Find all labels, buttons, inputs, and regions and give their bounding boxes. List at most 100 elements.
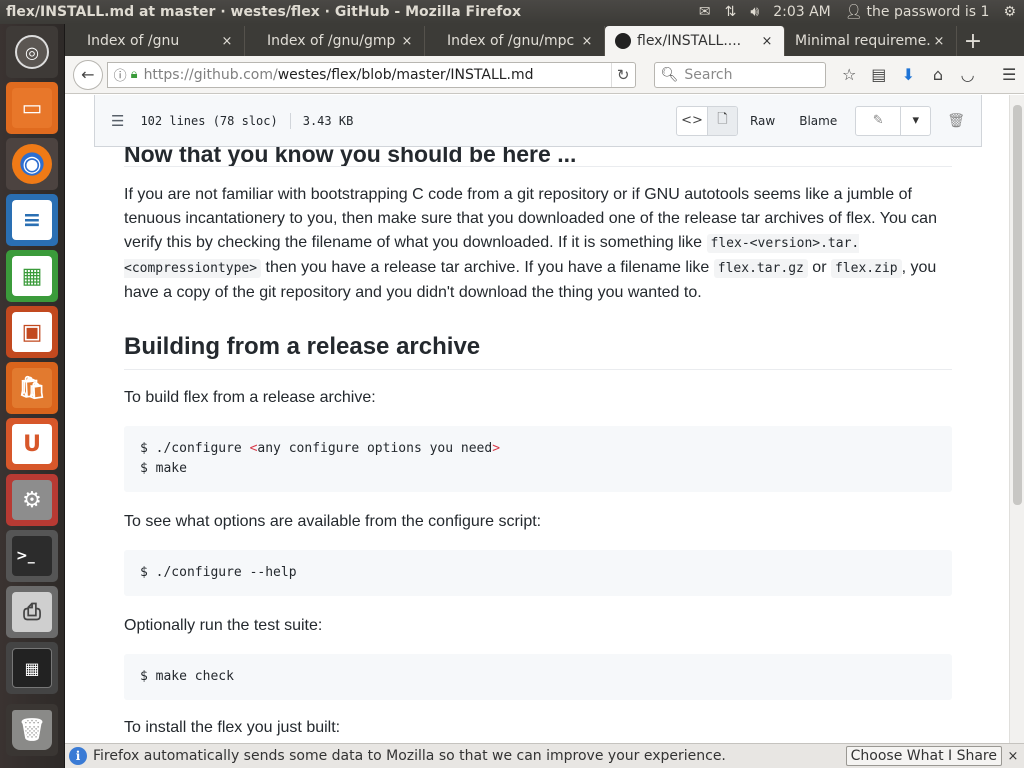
tab-label: Index of /gnu xyxy=(87,33,180,49)
search-input[interactable]: 🔍︎ Search xyxy=(653,61,827,88)
tab-index-gnu-mpc[interactable]: Index of /gnu/mpc × xyxy=(425,26,605,56)
tab-label: Index of /gnu/mpc xyxy=(447,33,575,49)
chevron-down-icon[interactable]: ▾ xyxy=(900,106,930,135)
clock[interactable]: 2:03 AM xyxy=(773,4,831,20)
close-tab-icon[interactable]: × xyxy=(760,34,774,49)
trash-can-icon[interactable]: 🗑︎ xyxy=(947,113,965,129)
ubuntu-one-icon[interactable]: U xyxy=(6,418,58,470)
tab-minimal-requirements[interactable]: Minimal requireme... × xyxy=(785,26,957,56)
code-text: $ make xyxy=(140,461,187,476)
user-name: the password is 1 xyxy=(866,4,990,20)
tab-flex-install[interactable]: flex/INSTALL.... × xyxy=(605,26,785,56)
line-count: 102 lines (78 sloc) xyxy=(140,113,278,128)
printer-icon[interactable]: ⎙ xyxy=(6,586,58,638)
edit-group: ✎ ▾ xyxy=(855,105,932,136)
new-tab-button[interactable]: + xyxy=(957,26,989,56)
code-block: $ ./configure <any configure options you… xyxy=(124,426,952,492)
scrollbar-thumb[interactable] xyxy=(1013,105,1022,505)
raw-button[interactable]: Raw xyxy=(738,114,787,128)
section-heading: Building from a release archive xyxy=(124,333,952,370)
terminal-icon[interactable]: >_ xyxy=(6,530,58,582)
info-icon[interactable]: ⓘ xyxy=(114,65,127,84)
user-icon: 👤︎ xyxy=(844,4,863,20)
paragraph: To build flex from a release archive: xyxy=(124,389,376,406)
markdown-body: Now that you know you should be here ...… xyxy=(124,135,952,740)
writer-icon[interactable]: ≡ xyxy=(6,194,58,246)
close-icon[interactable]: × xyxy=(1002,749,1024,764)
tab-label: Minimal requireme... xyxy=(795,33,932,49)
code-text: $ ./configure --help xyxy=(140,565,297,580)
system-top-panel: flex/INSTALL.md at master · westes/flex … xyxy=(0,0,1024,24)
system-tray: ✉ ⇅ 🔊︎ 2:03 AM 👤︎ the password is 1 ⚙ xyxy=(699,4,1024,20)
notification-text: Firefox automatically sends some data to… xyxy=(93,748,726,764)
code-text: $ ./configure xyxy=(140,441,250,456)
workspace-switcher-icon[interactable]: ▦ xyxy=(6,642,58,694)
choose-what-i-share-button[interactable]: Choose What I Share xyxy=(845,746,1002,766)
paragraph: Optionally run the test suite: xyxy=(124,617,323,634)
system-settings-icon[interactable]: ⚙ xyxy=(6,474,58,526)
close-tab-icon[interactable]: × xyxy=(580,34,594,49)
back-button[interactable]: ← xyxy=(73,59,103,90)
notification-bar: i Firefox automatically sends some data … xyxy=(65,743,1024,768)
reload-icon[interactable]: ↻ xyxy=(610,62,635,87)
info-icon: i xyxy=(69,747,87,765)
mail-icon[interactable]: ✉ xyxy=(699,4,711,20)
text: or xyxy=(807,259,831,276)
tab-index-gnu[interactable]: Index of /gnu × xyxy=(65,26,245,56)
paragraph: To install the flex you just built: xyxy=(124,719,341,736)
arrow-left-icon: ← xyxy=(81,65,95,84)
web-page: Now that you know you should be here ...… xyxy=(65,95,1009,743)
lock-icon[interactable]: 🔒︎ xyxy=(131,67,138,82)
paragraph: To see what options are available from t… xyxy=(124,513,542,530)
files-icon[interactable]: ▭ xyxy=(6,82,58,134)
volume-icon[interactable]: 🔊︎ xyxy=(750,4,759,20)
url-path: westes/flex/blob/master/INSTALL.md xyxy=(277,66,534,83)
close-tab-icon[interactable]: × xyxy=(400,34,414,49)
software-center-icon[interactable]: 🛍︎ xyxy=(6,362,58,414)
search-icon: 🔍︎ xyxy=(660,66,679,83)
code-view-icon[interactable]: <> xyxy=(677,107,707,135)
github-icon xyxy=(615,33,631,49)
power-icon[interactable]: ⚙ xyxy=(1003,4,1016,20)
code-block: $ ./configure --help xyxy=(124,550,952,596)
navigation-toolbar: ← ⓘ 🔒︎ https://github.com/westes/flex/bl… xyxy=(65,56,1024,94)
pocket-icon[interactable]: ◡ xyxy=(953,60,983,90)
close-tab-icon[interactable]: × xyxy=(220,34,234,49)
file-size: 3.43 KB xyxy=(302,113,354,128)
window-title: flex/INSTALL.md at master · westes/flex … xyxy=(6,4,522,20)
menu-icon[interactable]: ☰ xyxy=(994,60,1024,90)
ubuntu-home-icon[interactable]: ◎ xyxy=(6,26,58,78)
list-icon[interactable]: ☰ xyxy=(111,112,124,130)
view-toggle: <> 🗋︎ xyxy=(675,105,738,136)
home-icon[interactable]: ⌂ xyxy=(923,60,953,90)
tab-index-gnu-gmp[interactable]: Index of /gnu/gmp × xyxy=(245,26,425,56)
intro-paragraph: If you are not familiar with bootstrappi… xyxy=(124,183,952,305)
inline-code: flex.zip xyxy=(830,259,902,278)
text: then you have a release tar archive. If … xyxy=(261,259,714,276)
blame-button[interactable]: Blame xyxy=(787,114,849,128)
calc-icon[interactable]: ▦ xyxy=(6,250,58,302)
impress-icon[interactable]: ▣ xyxy=(6,306,58,358)
code-text: $ make check xyxy=(140,669,234,684)
network-icon[interactable]: ⇅ xyxy=(725,4,737,20)
tab-label: flex/INSTALL.... xyxy=(637,33,742,49)
url-origin: https://github.com/ xyxy=(143,66,278,83)
code-text: > xyxy=(492,441,501,456)
firefox-icon[interactable]: ◉ xyxy=(6,138,58,190)
downloads-icon[interactable]: ⬇ xyxy=(894,60,924,90)
page-scrollbar[interactable] xyxy=(1009,95,1024,743)
file-header: ☰ 102 lines (78 sloc) 3.43 KB <> 🗋︎ Raw … xyxy=(94,95,982,147)
bookmark-star-icon[interactable]: ☆ xyxy=(834,60,864,90)
tab-label: Index of /gnu/gmp xyxy=(267,33,396,49)
close-tab-icon[interactable]: × xyxy=(932,34,946,49)
pencil-icon[interactable]: ✎ xyxy=(856,107,900,135)
user-menu[interactable]: 👤︎ the password is 1 xyxy=(845,4,990,20)
trash-icon[interactable]: 🗑︎ xyxy=(6,704,58,756)
search-placeholder: Search xyxy=(684,66,733,83)
browser-tab-bar: Index of /gnu × Index of /gnu/gmp × Index … xyxy=(65,24,1024,56)
rendered-view-icon[interactable]: 🗋︎ xyxy=(706,106,737,135)
divider xyxy=(289,112,291,129)
unity-launcher: ◎ ▭ ◉ ≡ ▦ ▣ 🛍︎ U ⚙ >_ ⎙ ▦ 🗑︎ xyxy=(0,24,65,768)
url-bar[interactable]: ⓘ 🔒︎ https://github.com/westes/flex/blob… xyxy=(106,61,636,88)
reading-list-icon[interactable]: ▤ xyxy=(864,60,894,90)
